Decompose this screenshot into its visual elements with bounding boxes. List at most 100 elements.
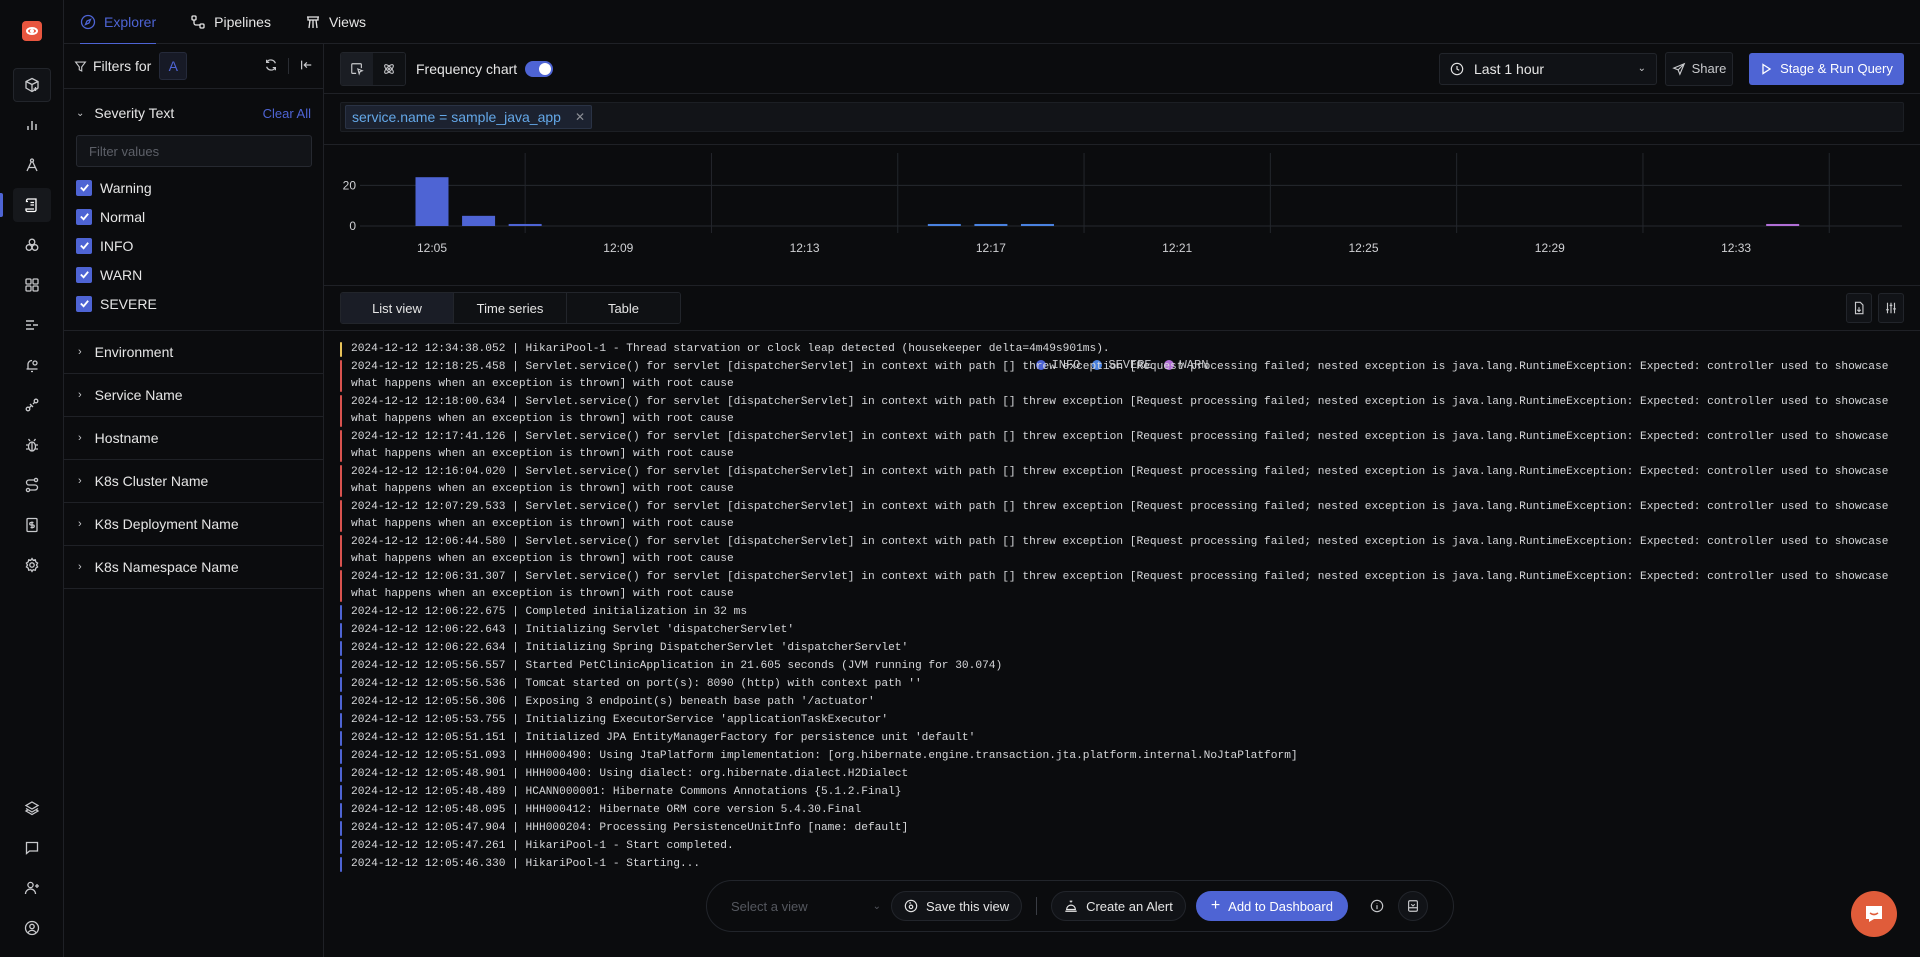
log-row[interactable]: 2024-12-12 12:05:53.755 | Initializing E…: [340, 712, 1904, 729]
support-chat-icon[interactable]: [1851, 891, 1897, 937]
refresh-icon[interactable]: [264, 58, 278, 75]
log-row[interactable]: 2024-12-12 12:34:38.052 | HikariPool-1 -…: [340, 341, 1904, 358]
tab-views[interactable]: Views: [305, 0, 366, 44]
tab-list-view[interactable]: List view: [341, 293, 454, 323]
format-options-sliders-icon[interactable]: [1878, 293, 1904, 323]
create-alert-label: Create an Alert: [1086, 898, 1173, 914]
settings-gear-icon[interactable]: [13, 548, 51, 582]
log-row[interactable]: 2024-12-12 12:06:22.643 | Initializing S…: [340, 622, 1904, 639]
checkbox-checked-icon[interactable]: [76, 208, 92, 225]
select-view-dropdown[interactable]: Select a view ⌄: [731, 899, 881, 914]
x-tick-label: 12:21: [1162, 241, 1192, 255]
log-row[interactable]: 2024-12-12 12:06:44.580 | Servlet.servic…: [340, 534, 1904, 568]
collapse-panel-icon[interactable]: [299, 58, 313, 75]
severity-option-warn[interactable]: WARN: [76, 260, 311, 289]
log-row[interactable]: 2024-12-12 12:07:29.533 | Servlet.servic…: [340, 499, 1904, 533]
checkbox-checked-icon[interactable]: [76, 295, 92, 312]
filter-values-input[interactable]: [76, 135, 312, 167]
info-icon[interactable]: [1366, 895, 1388, 917]
download-icon[interactable]: [1846, 293, 1872, 323]
severity-option-info[interactable]: INFO: [76, 231, 311, 260]
billing-icon[interactable]: [13, 508, 51, 542]
select-view-placeholder: Select a view: [731, 898, 808, 914]
log-row[interactable]: 2024-12-12 12:05:56.557 | Started PetCli…: [340, 658, 1904, 675]
log-row[interactable]: 2024-12-12 12:05:48.901 | HHH000400: Usi…: [340, 766, 1904, 783]
log-row[interactable]: 2024-12-12 12:18:25.458 | Servlet.servic…: [340, 359, 1904, 393]
invite-user-icon[interactable]: [13, 871, 51, 905]
log-row[interactable]: 2024-12-12 12:05:47.261 | HikariPool-1 -…: [340, 838, 1904, 855]
filter-chip[interactable]: service.name = sample_java_app ✕: [345, 105, 593, 129]
dashboards-grid-icon[interactable]: [13, 268, 51, 302]
integrations-plug-icon[interactable]: [13, 388, 51, 422]
facet-hostname[interactable]: › Hostname: [64, 417, 323, 460]
log-row[interactable]: 2024-12-12 12:17:41.126 | Servlet.servic…: [340, 429, 1904, 463]
chat-icon[interactable]: [13, 831, 51, 865]
facet-environment[interactable]: › Environment: [64, 331, 323, 374]
log-row[interactable]: 2024-12-12 12:06:22.675 | Completed init…: [340, 604, 1904, 621]
severity-option-normal[interactable]: Normal: [76, 202, 311, 231]
alerts-bell-icon[interactable]: [13, 348, 51, 382]
query-selector-badge[interactable]: A: [159, 52, 188, 80]
log-list: 2024-12-12 12:34:38.052 | HikariPool-1 -…: [340, 341, 1904, 874]
time-range-select[interactable]: Last 1 hour ⌄: [1439, 52, 1657, 85]
log-row[interactable]: 2024-12-12 12:05:48.489 | HCANN000001: H…: [340, 784, 1904, 801]
log-row[interactable]: 2024-12-12 12:05:47.904 | HHH000204: Pro…: [340, 820, 1904, 837]
severity-indicator: [340, 659, 342, 674]
chevron-down-icon[interactable]: ⌄: [76, 108, 84, 119]
tab-table[interactable]: Table: [567, 293, 680, 323]
layers-icon[interactable]: [13, 791, 51, 825]
remove-chip-icon[interactable]: ✕: [575, 110, 585, 124]
log-row[interactable]: 2024-12-12 12:05:48.095 | HHH000412: Hib…: [340, 802, 1904, 819]
logs-scroll-icon[interactable]: [13, 188, 51, 222]
checkbox-checked-icon[interactable]: [76, 179, 92, 196]
facet-k8s-cluster-name[interactable]: › K8s Cluster Name: [64, 460, 323, 503]
query-toolbar: Frequency chart Last 1 hour ⌄ Share Stag…: [324, 44, 1920, 94]
log-row[interactable]: 2024-12-12 12:05:56.306 | Exposing 3 end…: [340, 694, 1904, 711]
severity-indicator: [340, 857, 342, 872]
severity-option-warning[interactable]: Warning: [76, 173, 311, 202]
traces-compass-icon[interactable]: [13, 148, 51, 182]
query-search-bar[interactable]: service.name = sample_java_app ✕: [340, 102, 1904, 132]
log-row[interactable]: 2024-12-12 12:05:46.330 | HikariPool-1 -…: [340, 856, 1904, 873]
log-text: 2024-12-12 12:18:00.634 | Servlet.servic…: [351, 396, 1896, 425]
log-row[interactable]: 2024-12-12 12:06:22.634 | Initializing S…: [340, 640, 1904, 657]
checkbox-checked-icon[interactable]: [76, 266, 92, 283]
tab-time-series[interactable]: Time series: [454, 293, 567, 323]
severity-option-severe[interactable]: SEVERE: [76, 289, 311, 318]
checkbox-checked-icon[interactable]: [76, 237, 92, 254]
save-view-button[interactable]: Save this view: [891, 891, 1023, 921]
pipelines-route-icon[interactable]: [13, 468, 51, 502]
log-row[interactable]: 2024-12-12 12:05:56.536 | Tomcat started…: [340, 676, 1904, 693]
frequency-chart-toggle[interactable]: [525, 60, 554, 77]
alert-bell-icon: [1065, 900, 1077, 912]
query-builder-mode-icon[interactable]: [341, 52, 373, 85]
log-row[interactable]: 2024-12-12 12:16:04.020 | Servlet.servic…: [340, 464, 1904, 498]
severity-indicator: [340, 395, 342, 427]
facet-k8s-deployment-name[interactable]: › K8s Deployment Name: [64, 503, 323, 546]
add-to-dashboard-button[interactable]: + Add to Dashboard: [1195, 891, 1348, 921]
messaging-queues-icon[interactable]: [13, 308, 51, 342]
log-row[interactable]: 2024-12-12 12:05:51.093 | HHH000490: Usi…: [340, 748, 1904, 765]
option-label: SEVERE: [100, 295, 157, 312]
bar-chart-icon[interactable]: [13, 108, 51, 142]
new-package-icon[interactable]: [13, 68, 51, 102]
query-code-mode-atom-icon[interactable]: [373, 52, 405, 85]
exceptions-icon[interactable]: [13, 228, 51, 262]
stage-run-query-button[interactable]: Stage & Run Query: [1749, 52, 1904, 85]
log-row[interactable]: 2024-12-12 12:06:31.307 | Servlet.servic…: [340, 569, 1904, 603]
facet-label: Environment: [94, 344, 174, 360]
facet-service-name[interactable]: › Service Name: [64, 374, 323, 417]
user-profile-icon[interactable]: [13, 911, 51, 945]
create-alert-button[interactable]: Create an Alert: [1051, 891, 1186, 921]
logo-icon[interactable]: [22, 21, 42, 41]
clear-all-link[interactable]: Clear All: [263, 106, 311, 121]
log-row[interactable]: 2024-12-12 12:05:51.151 | Initialized JP…: [340, 730, 1904, 747]
tab-explorer[interactable]: Explorer: [80, 0, 157, 45]
tab-pipelines[interactable]: Pipelines: [190, 0, 271, 44]
bug-icon[interactable]: [13, 428, 51, 462]
share-button[interactable]: Share: [1665, 51, 1733, 86]
chart-bar-info: [462, 215, 496, 226]
log-row[interactable]: 2024-12-12 12:18:00.634 | Servlet.servic…: [340, 394, 1904, 428]
facet-k8s-namespace-name[interactable]: › K8s Namespace Name: [64, 546, 323, 589]
collapse-drawer-icon[interactable]: [1397, 891, 1428, 921]
